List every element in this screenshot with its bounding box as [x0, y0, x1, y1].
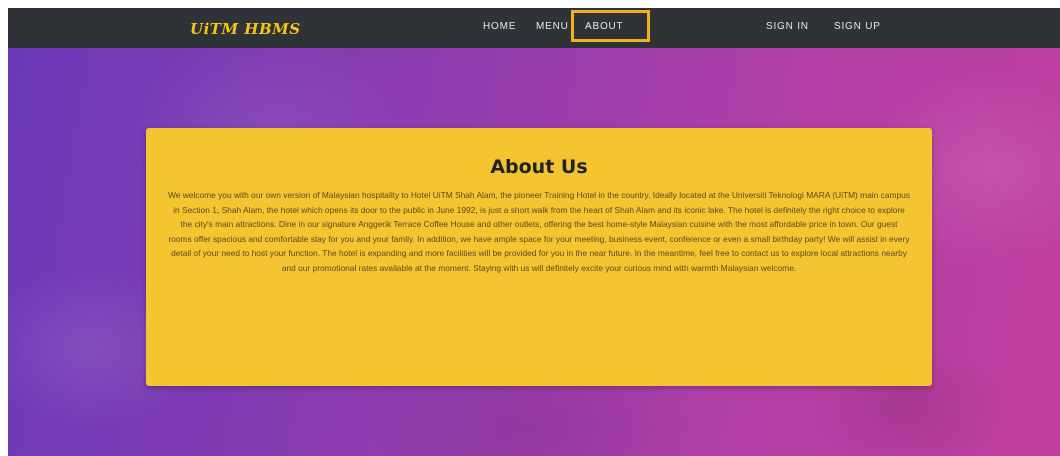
nav-about-link[interactable]: ABOUT — [585, 21, 623, 32]
page-frame: UiTM HBMS HOME MENU ABOUT SIGN IN SIGN U… — [8, 8, 1060, 456]
nav-sign-in-link[interactable]: SIGN IN — [766, 21, 809, 32]
nav-sign-up-link[interactable]: SIGN UP — [834, 21, 881, 32]
hero-background: About Us We welcome you with our own ver… — [8, 48, 1060, 456]
nav-home-link[interactable]: HOME — [483, 21, 516, 32]
about-title: About Us — [490, 156, 588, 178]
about-description: We welcome you with our own version of M… — [168, 190, 910, 273]
top-navbar: UiTM HBMS HOME MENU ABOUT SIGN IN SIGN U… — [8, 8, 1060, 48]
brand-logo[interactable]: UiTM HBMS — [190, 20, 301, 38]
about-card: About Us We welcome you with our own ver… — [146, 128, 932, 386]
nav-menu-link[interactable]: MENU — [536, 21, 569, 32]
